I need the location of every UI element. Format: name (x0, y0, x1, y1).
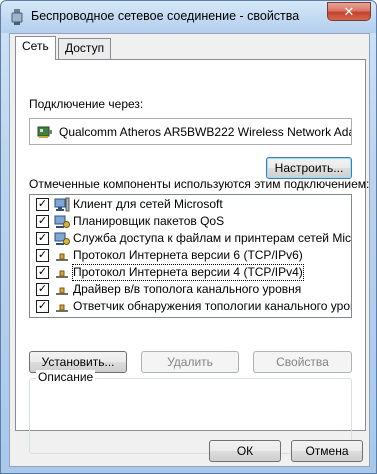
properties-window: Беспроводное сетевое соединение - свойст… (0, 0, 377, 474)
protocol-icon (56, 304, 68, 312)
component-checkbox[interactable]: ✓ (36, 249, 49, 262)
component-label: Служба доступа к файлам и принтерам сете… (73, 231, 352, 245)
protocol-icon (56, 270, 68, 278)
list-item[interactable]: ✓ Служба доступа к файлам и принтерам се… (30, 230, 351, 247)
component-label: Ответчик обнаружения топологии канальног… (73, 299, 352, 313)
component-label: Протокол Интернета версии 6 (TCP/IPv6) (73, 248, 303, 262)
component-checkbox[interactable]: ✓ (36, 266, 49, 279)
components-list: ✓ Клиент для сетей Microsoft ✓ Планировщ… (29, 194, 352, 318)
network-service-icon (54, 215, 70, 228)
connect-using-label: Подключение через: (29, 97, 144, 111)
component-checkbox[interactable]: ✓ (36, 232, 49, 245)
protocol-icon (56, 287, 68, 295)
list-item[interactable]: ✓ Драйвер в/в тополога канального уровня (30, 281, 351, 298)
network-service-icon (54, 232, 70, 245)
list-item[interactable]: ✓ Протокол Интернета версии 6 (TCP/IPv6) (30, 247, 351, 264)
list-item[interactable]: ✓ Ответчик обнаружения топологии канальн… (30, 298, 351, 315)
configure-button[interactable]: Настроить... (266, 157, 352, 179)
adapter-name: Qualcomm Atheros AR5BWB222 Wireless Netw… (59, 125, 352, 139)
ok-button[interactable]: ОК (209, 440, 281, 462)
properties-button[interactable]: Свойства (253, 351, 352, 373)
network-client-icon (54, 197, 70, 212)
network-tab-panel: Подключение через: Qualcomm Atheros AR5B… (15, 59, 370, 454)
component-label: Планировщик пакетов QoS (73, 214, 225, 228)
network-adapter-icon (11, 9, 23, 25)
network-card-icon (37, 126, 52, 138)
list-item[interactable]: ✓ Планировщик пакетов QoS (30, 213, 351, 230)
component-checkbox[interactable]: ✓ (36, 300, 49, 313)
component-label: Протокол Интернета версии 4 (TCP/IPv4) (72, 264, 304, 281)
component-checkbox[interactable]: ✓ (36, 215, 49, 228)
protocol-icon (56, 253, 68, 261)
tab-network[interactable]: Сеть (15, 36, 56, 60)
cancel-button[interactable]: Отмена (291, 440, 363, 462)
title-bar[interactable]: Беспроводное сетевое соединение - свойст… (1, 1, 376, 33)
component-label: Клиент для сетей Microsoft (73, 197, 223, 211)
list-item[interactable]: ✓ Клиент для сетей Microsoft (30, 196, 351, 213)
dialog-client: Сеть Доступ Подключение через: Qualcomm … (9, 33, 370, 467)
adapter-field: Qualcomm Atheros AR5BWB222 Wireless Netw… (29, 118, 352, 145)
close-button[interactable]: ✕ (327, 2, 371, 21)
component-label: Драйвер в/в тополога канального уровня (73, 282, 302, 296)
list-item[interactable]: ✓ Протокол Интернета версии 4 (TCP/IPv4) (30, 264, 351, 281)
window-title: Беспроводное сетевое соединение - свойст… (31, 9, 300, 23)
components-label: Отмеченные компоненты используются этим … (29, 177, 370, 191)
tab-sharing[interactable]: Доступ (58, 38, 112, 59)
component-checkbox[interactable]: ✓ (36, 198, 49, 211)
uninstall-button[interactable]: Удалить (141, 351, 239, 373)
description-title: Описание (36, 370, 96, 384)
component-checkbox[interactable]: ✓ (36, 283, 49, 296)
